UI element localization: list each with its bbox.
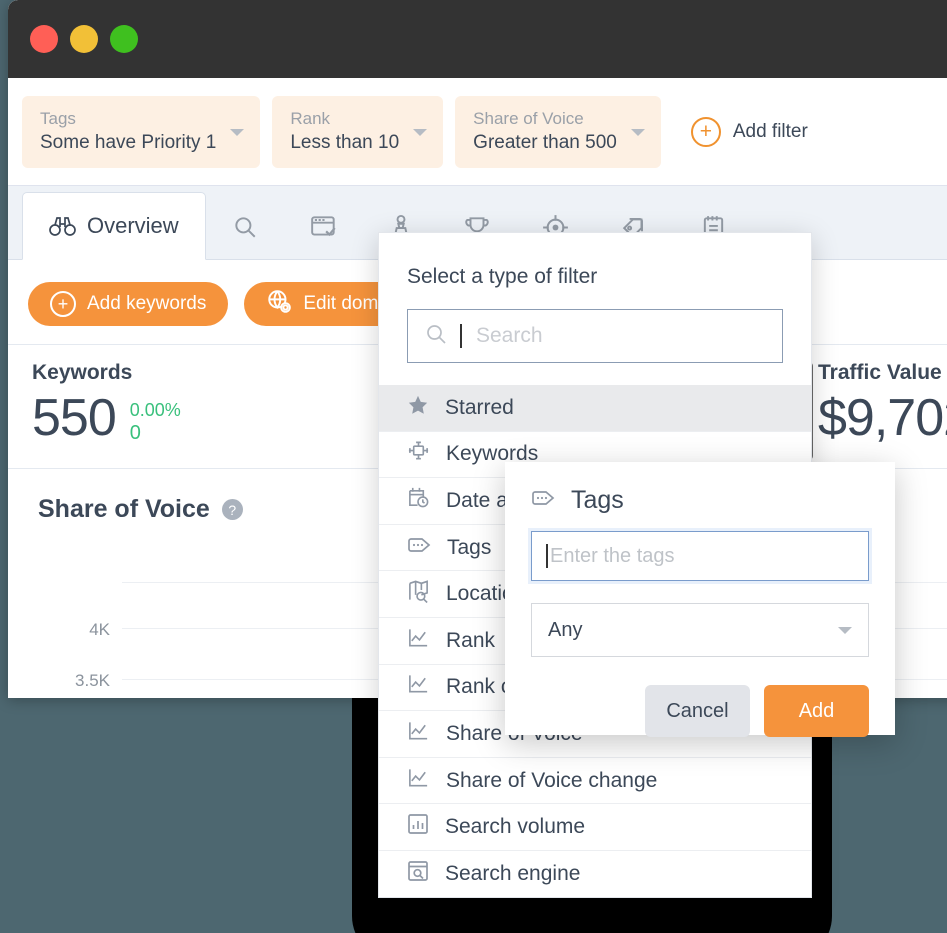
- metric-title: Traffic Value: [818, 361, 947, 385]
- add-button[interactable]: Add: [764, 685, 869, 737]
- add-keywords-label: Add keywords: [87, 293, 206, 315]
- filter-item-label: Starred: [445, 396, 514, 420]
- text-cursor: [546, 544, 548, 568]
- chevron-down-icon[interactable]: [631, 129, 645, 136]
- globe-gear-icon: [266, 288, 292, 320]
- star-icon: [407, 394, 429, 422]
- tags-input-placeholder: Enter the tags: [550, 545, 675, 568]
- browser-check-icon: [310, 214, 338, 240]
- metric-change-percent: 0.00%: [130, 399, 181, 422]
- browser-search-icon: [407, 860, 429, 888]
- tags-match-select[interactable]: Any: [531, 603, 869, 657]
- filter-item-share-of-voice-change[interactable]: Share of Voice change: [379, 758, 811, 805]
- tab-label: Overview: [87, 213, 179, 239]
- chart-y-tick: 4K: [38, 620, 110, 640]
- tab-overview[interactable]: Overview: [22, 192, 206, 260]
- tag-icon: [407, 536, 431, 560]
- calendar-clock-icon: [407, 486, 430, 515]
- text-cursor: [460, 324, 462, 348]
- help-icon[interactable]: ?: [222, 499, 243, 520]
- popover-button-row: Cancel Add: [531, 685, 869, 737]
- tab-pages[interactable]: [284, 195, 364, 259]
- popover-title: Tags: [571, 486, 624, 515]
- filter-chip-label: Share of Voice: [473, 108, 617, 129]
- tags-match-value: Any: [548, 619, 582, 642]
- filter-chip-label: Rank: [290, 108, 399, 129]
- filter-item-starred[interactable]: Starred: [379, 385, 811, 432]
- map-search-icon: [407, 579, 430, 609]
- chevron-down-icon[interactable]: [230, 129, 244, 136]
- add-filter-button[interactable]: + Add filter: [691, 117, 808, 147]
- filter-chip-tags[interactable]: Tags Some have Priority 1: [22, 96, 260, 168]
- popover-header: Tags: [531, 486, 869, 515]
- plus-circle-icon: +: [50, 291, 76, 317]
- window-maximize-button[interactable]: [110, 25, 138, 53]
- filter-bar: Tags Some have Priority 1 Rank Less than…: [8, 78, 947, 186]
- tag-icon: [531, 489, 555, 512]
- window-titlebar: [8, 0, 947, 78]
- line-chart-icon: [407, 720, 430, 748]
- filter-item-label: Share of Voice change: [446, 769, 657, 793]
- window-minimize-button[interactable]: [70, 25, 98, 53]
- search-icon: [232, 214, 258, 240]
- add-filter-label: Add filter: [733, 121, 808, 143]
- chevron-down-icon[interactable]: [838, 627, 852, 634]
- filter-item-label: Rank: [446, 629, 495, 653]
- bar-chart-icon: [407, 813, 429, 841]
- line-chart-icon: [407, 673, 430, 701]
- binoculars-icon: [49, 215, 76, 237]
- filter-search-placeholder: Search: [476, 324, 543, 348]
- metric-change-absolute: 0: [130, 422, 181, 445]
- filter-chip-rank[interactable]: Rank Less than 10: [272, 96, 443, 168]
- tab-keyword-search[interactable]: [206, 195, 284, 259]
- filter-item-search-volume[interactable]: Search volume: [379, 804, 811, 851]
- line-chart-icon: [407, 767, 430, 795]
- metric-value: 550: [32, 385, 116, 451]
- metric-traffic-value: Traffic Value $9,702: [818, 345, 947, 451]
- tags-input[interactable]: Enter the tags: [531, 531, 869, 581]
- search-icon: [424, 322, 448, 351]
- filter-chip-share-of-voice[interactable]: Share of Voice Greater than 500: [455, 96, 661, 168]
- cancel-button[interactable]: Cancel: [645, 685, 750, 737]
- filter-chip-value: Less than 10: [290, 131, 399, 155]
- metric-keywords: Keywords 550 0.00% 0: [8, 345, 308, 468]
- add-keywords-button[interactable]: + Add keywords: [28, 282, 228, 326]
- tags-filter-popover: Tags Enter the tags Any Cancel Add: [505, 462, 895, 735]
- window-close-button[interactable]: [30, 25, 58, 53]
- chart-title: Share of Voice: [38, 495, 210, 524]
- dropdown-title: Select a type of filter: [379, 233, 811, 289]
- filter-item-search-engine[interactable]: Search engine: [379, 851, 811, 898]
- filter-search-input[interactable]: Search: [407, 309, 783, 363]
- line-chart-icon: [407, 627, 430, 655]
- plus-circle-icon: +: [691, 117, 721, 147]
- filter-chip-value: Some have Priority 1: [40, 131, 216, 155]
- chart-y-tick: 3.5K: [38, 671, 110, 691]
- filter-item-label: Search volume: [445, 815, 585, 839]
- filter-chip-label: Tags: [40, 108, 216, 129]
- metric-value: $9,702: [818, 385, 947, 451]
- chevron-down-icon[interactable]: [413, 129, 427, 136]
- keywords-icon: [407, 440, 430, 468]
- metric-title: Keywords: [32, 361, 308, 385]
- filter-item-label: Tags: [447, 536, 491, 560]
- filter-chip-value: Greater than 500: [473, 131, 617, 155]
- filter-item-label: Search engine: [445, 862, 580, 886]
